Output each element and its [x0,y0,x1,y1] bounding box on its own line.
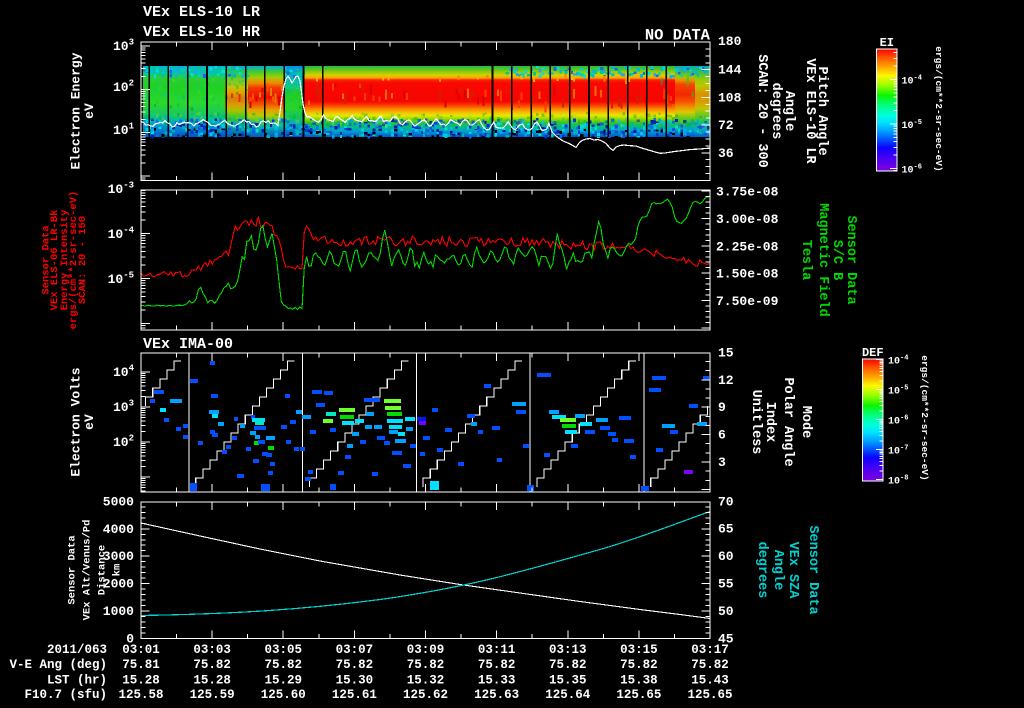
svg-text:S/C B: S/C B [829,240,844,281]
svg-text:ergs/(cm**2-sr-sec-eV): ergs/(cm**2-sr-sec-eV) [919,355,930,480]
svg-text:55: 55 [718,577,734,592]
svg-text:03:03: 03:03 [193,643,231,657]
svg-text:Sensor Data: Sensor Data [67,535,79,605]
svg-text:5000: 5000 [103,494,134,509]
svg-text:125.65: 125.65 [687,688,732,702]
svg-text:15.28: 15.28 [122,674,160,688]
svg-text:03:05: 03:05 [264,643,302,657]
svg-text:6: 6 [718,428,726,443]
svg-text:F10.7 (sfu): F10.7 (sfu) [24,688,107,702]
svg-text:15.38: 15.38 [620,674,658,688]
svg-text:15.30: 15.30 [336,674,374,688]
svg-text:125.63: 125.63 [474,688,519,702]
svg-text:2.25e-08: 2.25e-08 [716,239,779,254]
svg-text:12: 12 [718,373,734,388]
svg-text:VEx Alt/Venus/Pd: VEx Alt/Venus/Pd [82,520,94,621]
svg-text:Unitless: Unitless [748,390,763,455]
svg-text:VEx ELS-10 LR: VEx ELS-10 LR [802,58,817,164]
svg-text:75.82: 75.82 [620,658,658,672]
svg-text:eV: eV [82,103,97,119]
svg-text:Magnetic Field: Magnetic Field [815,203,830,316]
svg-text:15.43: 15.43 [691,674,729,688]
svg-text:15.29: 15.29 [264,674,302,688]
svg-text:15: 15 [718,345,734,360]
svg-text:75.82: 75.82 [691,658,729,672]
svg-text:DEF: DEF [862,346,884,360]
svg-text:50: 50 [718,604,734,619]
svg-text:1.50e-08: 1.50e-08 [716,267,779,282]
svg-text:125.58: 125.58 [118,688,163,702]
svg-text:125.64: 125.64 [545,688,591,702]
svg-text:125.62: 125.62 [403,688,448,702]
svg-text:Mode: Mode [798,406,813,438]
svg-text:03:01: 03:01 [122,643,160,657]
svg-text:VEx ELS-10 HR: VEx ELS-10 HR [143,24,260,41]
svg-text:72: 72 [718,118,734,133]
svg-text:SCAN: 20 - 300: SCAN: 20 - 300 [754,54,769,167]
svg-text:15.32: 15.32 [407,674,445,688]
svg-text:LST (hr): LST (hr) [47,674,107,688]
svg-text:03:11: 03:11 [478,643,516,657]
svg-text:degrees: degrees [754,542,769,599]
svg-text:NO DATA: NO DATA [645,27,711,45]
svg-text:ergs/(cm**2-sr-sec-eV): ergs/(cm**2-sr-sec-eV) [933,46,944,171]
svg-text:1000: 1000 [103,604,134,619]
svg-text:65: 65 [718,522,734,537]
svg-text:125.60: 125.60 [261,688,306,702]
svg-text:70: 70 [718,494,734,509]
svg-text:Angle: Angle [770,550,785,591]
svg-text:108: 108 [718,90,742,105]
svg-text:75.82: 75.82 [407,658,445,672]
svg-text:03:17: 03:17 [691,643,729,657]
svg-text:180: 180 [718,34,742,49]
svg-text:Tesla: Tesla [798,240,813,281]
svg-text:03:07: 03:07 [336,643,374,657]
svg-text:km: km [112,564,124,577]
svg-text:03:13: 03:13 [549,643,587,657]
svg-text:36: 36 [718,146,734,161]
svg-text:15.28: 15.28 [193,674,231,688]
svg-text:3: 3 [718,455,726,470]
svg-text:VEx IMA-00: VEx IMA-00 [143,336,233,353]
svg-text:Distance: Distance [97,545,109,595]
svg-text:Index: Index [762,402,777,443]
svg-text:75.82: 75.82 [264,658,302,672]
svg-text:75.82: 75.82 [193,658,231,672]
svg-text:75.81: 75.81 [122,658,160,672]
svg-text:eV: eV [82,414,97,430]
svg-text:VEx ELS-10 LR: VEx ELS-10 LR [143,4,260,21]
svg-text:75.82: 75.82 [336,658,374,672]
svg-text:3.75e-08: 3.75e-08 [716,185,779,200]
svg-text:degrees: degrees [768,83,783,140]
svg-text:EI: EI [880,36,894,50]
svg-text:2011/063: 2011/063 [47,643,107,657]
svg-text:60: 60 [718,549,734,564]
svg-text:9: 9 [718,400,726,415]
svg-text:Sensor Data: Sensor Data [805,525,820,614]
svg-text:03:09: 03:09 [407,643,445,657]
svg-text:144: 144 [718,63,742,78]
svg-text:75.82: 75.82 [549,658,587,672]
svg-text:3.00e-08: 3.00e-08 [716,212,779,227]
svg-text:125.59: 125.59 [190,688,235,702]
svg-text:15.33: 15.33 [478,674,516,688]
svg-text:03:15: 03:15 [620,643,658,657]
svg-text:125.61: 125.61 [332,688,377,702]
svg-text:125.65: 125.65 [616,688,661,702]
svg-text:VEx SZA: VEx SZA [785,542,800,600]
svg-text:75.82: 75.82 [478,658,516,672]
svg-text:Sensor Data: Sensor Data [843,215,858,304]
svg-text:4000: 4000 [103,522,134,537]
svg-text:15.35: 15.35 [549,674,587,688]
svg-text:Polar Angle: Polar Angle [780,377,795,466]
svg-text:7.50e-09: 7.50e-09 [716,294,779,309]
svg-text:SCAN: 20 - 150: SCAN: 20 - 150 [77,216,89,304]
svg-text:V-E Ang (deg): V-E Ang (deg) [9,658,107,672]
